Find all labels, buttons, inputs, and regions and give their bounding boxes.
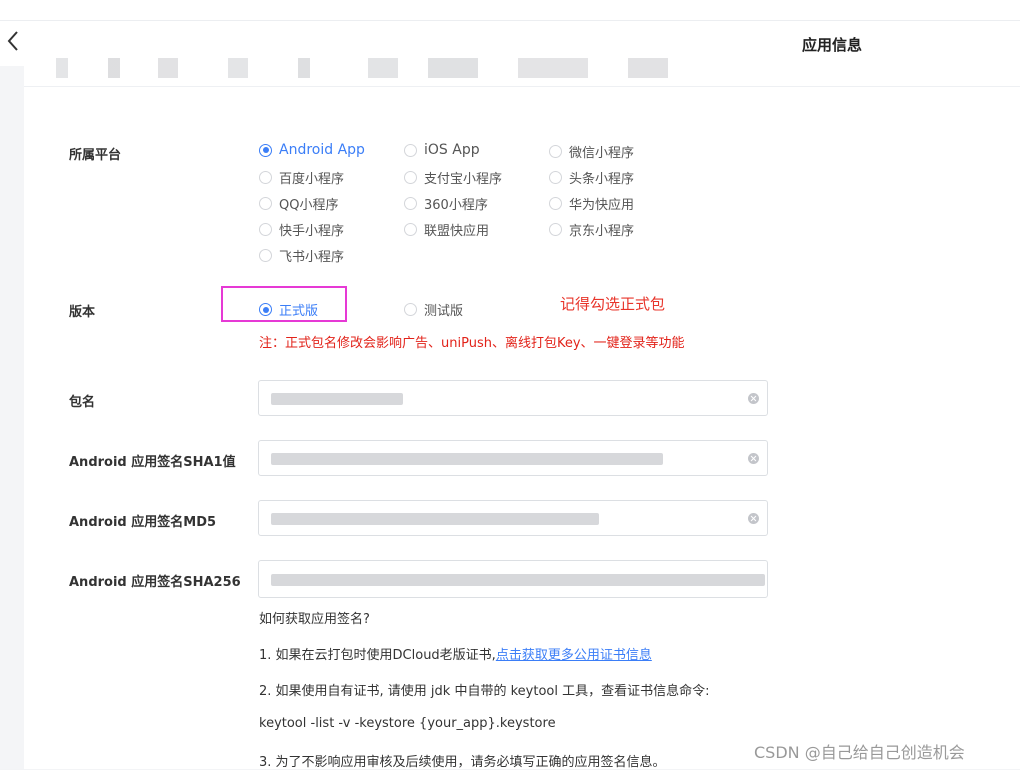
annotation-text: 记得勾选正式包 (560, 295, 666, 313)
platform-label: 所属平台 (69, 148, 122, 163)
help-line-3: 3. 为了不影响应用审核及后续使用，请务必填写正确的应用签名信息。 (259, 755, 666, 770)
radio-jd-mp[interactable]: 京东小程序 (549, 220, 634, 239)
radio-indicator (259, 197, 272, 210)
sha256-label: Android 应用签名SHA256 (69, 575, 241, 590)
radio-wechat-mp[interactable]: 微信小程序 (549, 142, 634, 161)
version-note: 注：正式包名修改会影响广告、uniPush、离线打包Key、一键登录等功能 (259, 336, 685, 351)
keytool-command: keytool -list -v -keystore {your_app}.ke… (259, 716, 556, 731)
radio-indicator (549, 145, 562, 158)
radio-alipay-mp[interactable]: 支付宝小程序 (404, 168, 502, 187)
help-line-2: 2. 如果使用自有证书, 请使用 jdk 中自带的 keytool 工具，查看证… (259, 684, 710, 699)
clear-icon[interactable] (748, 513, 759, 524)
radio-union-quickapp[interactable]: 联盟快应用 (404, 220, 489, 239)
clear-icon[interactable] (748, 453, 759, 464)
sha256-input[interactable] (258, 560, 768, 598)
radio-indicator (259, 171, 272, 184)
watermark: CSDN @自己给自己创造机会 (754, 743, 965, 762)
radio-indicator (259, 143, 272, 157)
panel-divider (24, 86, 1020, 87)
radio-release[interactable]: 正式版 (259, 300, 318, 319)
radio-indicator (404, 197, 417, 210)
form-panel (24, 58, 1020, 769)
radio-indicator (404, 223, 417, 236)
clear-icon[interactable] (748, 393, 759, 404)
radio-ios-app[interactable]: iOS App (404, 142, 480, 158)
sha1-label: Android 应用签名SHA1值 (69, 455, 236, 470)
version-label: 版本 (69, 305, 96, 320)
package-input[interactable] (258, 380, 768, 416)
radio-toutiao-mp[interactable]: 头条小程序 (549, 168, 634, 187)
radio-indicator (404, 171, 417, 184)
sha1-input[interactable] (258, 440, 768, 476)
md5-label: Android 应用签名MD5 (69, 515, 217, 530)
help-title: 如何获取应用签名? (259, 612, 370, 627)
help-line-1: 1. 如果在云打包时使用DCloud老版证书,点击获取更多公用证书信息 (259, 648, 652, 663)
radio-qq-mp[interactable]: QQ小程序 (259, 194, 338, 213)
radio-indicator (404, 303, 417, 316)
radio-indicator (549, 223, 562, 236)
md5-input[interactable] (258, 500, 768, 536)
radio-feishu-mp[interactable]: 飞书小程序 (259, 246, 344, 265)
header-divider (0, 20, 1020, 21)
blurred-value (271, 453, 663, 465)
radio-indicator (259, 223, 272, 236)
radio-huawei-quickapp[interactable]: 华为快应用 (549, 194, 634, 213)
radio-indicator (549, 197, 562, 210)
back-arrow-icon[interactable] (6, 30, 20, 52)
blurred-value (271, 393, 403, 405)
blurred-value (271, 513, 599, 525)
radio-indicator (259, 303, 272, 316)
blurred-value (271, 574, 765, 586)
radio-android-app[interactable]: Android App (259, 142, 365, 158)
radio-baidu-mp[interactable]: 百度小程序 (259, 168, 344, 187)
top-bar: 应用信息 (0, 0, 1020, 66)
page-title: 应用信息 (802, 36, 863, 54)
package-label: 包名 (69, 395, 96, 410)
radio-indicator (259, 249, 272, 262)
radio-kuaishou-mp[interactable]: 快手小程序 (259, 220, 344, 239)
blurred-header-text (48, 58, 1020, 78)
radio-test[interactable]: 测试版 (404, 300, 463, 319)
left-gutter (0, 66, 24, 769)
radio-indicator (549, 171, 562, 184)
radio-360-mp[interactable]: 360小程序 (404, 194, 488, 213)
radio-indicator (404, 143, 417, 157)
public-cert-link[interactable]: 点击获取更多公用证书信息 (496, 648, 652, 663)
